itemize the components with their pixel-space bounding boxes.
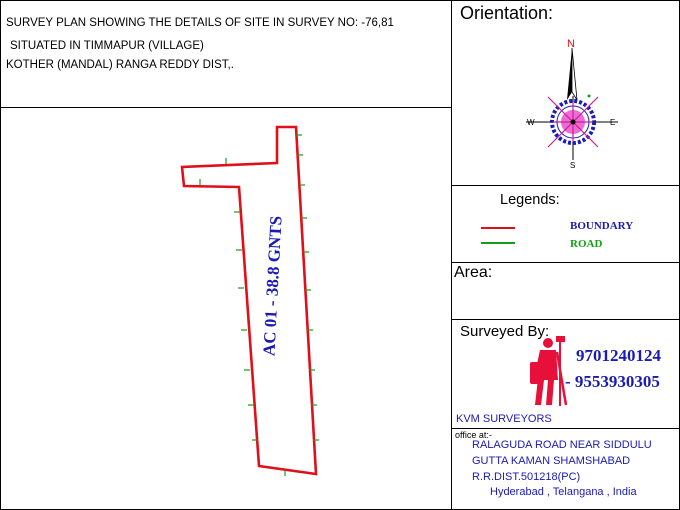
surveyor-company: KVM SURVEYORS	[456, 413, 552, 425]
surveyor-phone-1: 9701240124	[576, 346, 661, 365]
office-address-3: R.R.DIST.501218(PC)	[472, 471, 581, 483]
office-address-1: RALAGUDA ROAD NEAR SIDDULU	[472, 439, 652, 451]
surveyor-phone-2: - 9553930305	[565, 372, 660, 391]
office-address-2: GUTTA KAMAN SHAMSHABAD	[472, 455, 631, 467]
surveyor-figure-icon	[530, 336, 568, 406]
office-address-4: Hyderabad , Telangana , India	[490, 486, 637, 498]
